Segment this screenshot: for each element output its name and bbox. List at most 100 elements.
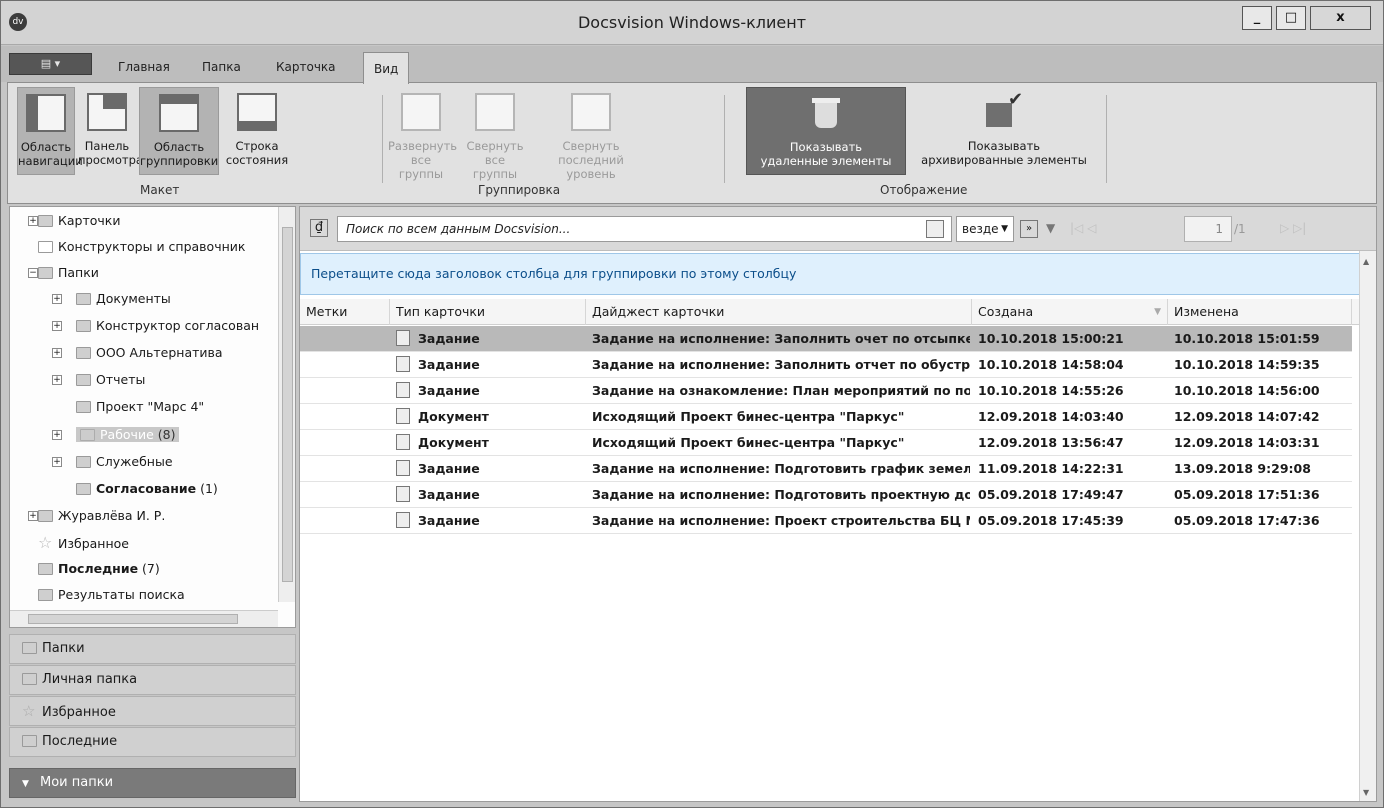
cell-modified: 13.09.2018 9:29:08: [1174, 461, 1311, 476]
status-bar-icon: [237, 93, 277, 131]
nav-button-my-folders[interactable]: ▼ Мои папки: [9, 768, 296, 798]
column-modified[interactable]: Изменена: [1168, 299, 1352, 325]
nav-button-recent[interactable]: Последние: [9, 727, 296, 757]
cell-created: 10.10.2018 14:55:26: [978, 383, 1124, 398]
table-row[interactable]: Задание Задание на исполнение: Проект стр…: [300, 508, 1352, 534]
collapse-all-groups-button[interactable]: Свернуть все группы: [457, 87, 533, 181]
table-row[interactable]: Задание Задание на исполнение: Заполнить …: [300, 352, 1352, 378]
tree-item-favorites[interactable]: ☆ Избранное: [38, 533, 129, 553]
pager-next-icon[interactable]: ▷ ▷|: [1280, 221, 1306, 235]
tree-item-service[interactable]: + Служебные: [52, 452, 173, 472]
tree-vertical-scrollbar[interactable]: [278, 207, 295, 602]
column-labels[interactable]: Метки: [300, 299, 390, 325]
ribbon-tabs: ▤ ▾ Главная Папка Карточка Вид: [1, 46, 1383, 84]
cell-card-type: Задание: [396, 482, 584, 507]
tree-item-working[interactable]: + Рабочие (8): [52, 425, 180, 445]
cell-card-type: Задание: [396, 456, 584, 481]
menu-icon: ▤ ▾: [40, 57, 61, 70]
table-row[interactable]: Задание Задание на исполнение: Подготовит…: [300, 456, 1352, 482]
nav-button-folders[interactable]: Папки: [9, 634, 296, 664]
status-bar-button[interactable]: Строка состояния: [223, 87, 291, 175]
column-card-type[interactable]: Тип карточки: [390, 299, 586, 325]
search-mode-icon[interactable]: ₫: [310, 219, 328, 237]
cell-modified: 10.10.2018 14:59:35: [1174, 357, 1320, 372]
expander-icon[interactable]: +: [52, 348, 62, 358]
main-vertical-scrollbar[interactable]: ▲ ▼: [1359, 251, 1376, 801]
folder-icon: [38, 267, 53, 279]
filter-icon[interactable]: ▼: [1046, 221, 1055, 235]
tree-item-cards[interactable]: + Карточки: [28, 211, 120, 231]
tree-item-mars4[interactable]: Проект "Марс 4": [76, 397, 204, 417]
task-icon: [396, 512, 410, 528]
tab-home[interactable]: Главная: [118, 60, 170, 74]
tree-item-approval[interactable]: Согласование (1): [76, 479, 218, 499]
expander-icon[interactable]: +: [28, 216, 38, 226]
pager-first-icon[interactable]: |◁ ◁: [1070, 221, 1096, 235]
scroll-down-icon[interactable]: ▼: [1363, 788, 1369, 797]
tab-view[interactable]: Вид: [363, 52, 410, 84]
search-toolbar: ₫ Поиск по всем данным Docsvision... вез…: [300, 207, 1376, 251]
expander-icon[interactable]: +: [52, 457, 62, 467]
tab-folder[interactable]: Папка: [202, 60, 241, 74]
table-row[interactable]: Задание Задание на ознакомление: План мер…: [300, 378, 1352, 404]
tree-item-recent[interactable]: Последние (7): [38, 559, 160, 579]
scroll-up-icon[interactable]: ▲: [1363, 257, 1369, 266]
cell-labels: [306, 404, 388, 429]
expander-icon[interactable]: +: [28, 511, 38, 521]
tree-item-alternativa[interactable]: + ООО Альтернатива: [52, 343, 223, 363]
group-label-display: Отображение: [880, 183, 968, 197]
window-title: Docsvision Windows-клиент: [577, 13, 807, 32]
chevron-down-icon: ▼: [1001, 224, 1008, 234]
cell-modified: 12.09.2018 14:03:31: [1174, 435, 1320, 450]
cell-labels: [306, 430, 388, 455]
maximize-button[interactable]: □: [1276, 6, 1306, 30]
app-menu-button[interactable]: ▤ ▾: [9, 53, 92, 75]
collapse-last-level-button[interactable]: Свернуть последний уровень: [536, 87, 646, 181]
expander-icon[interactable]: +: [52, 321, 62, 331]
group-drop-zone[interactable]: Перетащите сюда заголовок столбца для гр…: [300, 253, 1360, 295]
cell-digest: Задание на исполнение: Заполнить очет по…: [592, 331, 970, 346]
group-area-button[interactable]: Область группировки: [139, 87, 219, 175]
tab-card[interactable]: Карточка: [276, 60, 336, 74]
nav-button-favorites[interactable]: ☆ Избранное: [9, 696, 296, 726]
expander-icon[interactable]: +: [52, 294, 62, 304]
navigation-buttons: Папки Личная папка ☆ Избранное Последние …: [9, 634, 296, 800]
table-row[interactable]: Документ Исходящий Проект бинес-центра "П…: [300, 404, 1352, 430]
show-deleted-button[interactable]: Показывать удаленные элементы: [746, 87, 906, 175]
cell-created: 12.09.2018 14:03:40: [978, 409, 1124, 424]
star-icon: ☆: [38, 533, 53, 552]
tree-item-user-folder[interactable]: + Журавлёва И. Р.: [28, 506, 165, 526]
tree-item-approval-designer[interactable]: + Конструктор согласован: [52, 316, 259, 336]
expander-icon[interactable]: +: [52, 430, 62, 440]
tree-item-designers[interactable]: Конструкторы и справочник: [38, 237, 245, 257]
column-created[interactable]: Создана ▼: [972, 299, 1168, 325]
page-number-input[interactable]: 1: [1184, 216, 1232, 242]
search-scope-select[interactable]: везде ▼: [956, 216, 1014, 242]
close-button[interactable]: x: [1310, 6, 1371, 30]
tree-item-search-results[interactable]: Результаты поиска: [38, 585, 185, 605]
folder-icon: [76, 374, 91, 386]
show-archived-button[interactable]: ✔ Показывать архивированные элементы: [906, 87, 1102, 175]
tree-item-folders[interactable]: − Папки: [28, 263, 99, 283]
expander-icon[interactable]: +: [52, 375, 62, 385]
tree-item-documents[interactable]: + Документы: [52, 289, 171, 309]
preview-panel-button[interactable]: Панель просмотра: [78, 87, 143, 175]
table-row[interactable]: Документ Исходящий Проект бинес-центра "П…: [300, 430, 1352, 456]
expand-all-groups-button[interactable]: Развернуть все группы: [388, 87, 457, 181]
search-options-icon[interactable]: [926, 220, 944, 238]
task-icon: [396, 330, 410, 346]
column-digest[interactable]: Дайджест карточки: [586, 299, 972, 325]
expand-search-icon[interactable]: »: [1020, 220, 1038, 238]
table-row[interactable]: Задание Задание на исполнение: Заполнить …: [300, 326, 1352, 352]
minimize-button[interactable]: _: [1242, 6, 1272, 30]
expander-icon[interactable]: −: [28, 268, 38, 278]
tree-horizontal-scrollbar[interactable]: [10, 610, 278, 627]
cell-digest: Задание на исполнение: Заполнить отчет п…: [592, 357, 970, 372]
cell-created: 05.09.2018 17:45:39: [978, 513, 1124, 528]
search-input[interactable]: Поиск по всем данным Docsvision...: [337, 216, 952, 242]
nav-area-button[interactable]: Область навигации: [17, 87, 83, 175]
table-row[interactable]: Задание Задание на исполнение: Подготовит…: [300, 482, 1352, 508]
nav-button-personal[interactable]: Личная папка: [9, 665, 296, 695]
cell-labels: [306, 378, 388, 403]
tree-item-reports[interactable]: + Отчеты: [52, 370, 145, 390]
